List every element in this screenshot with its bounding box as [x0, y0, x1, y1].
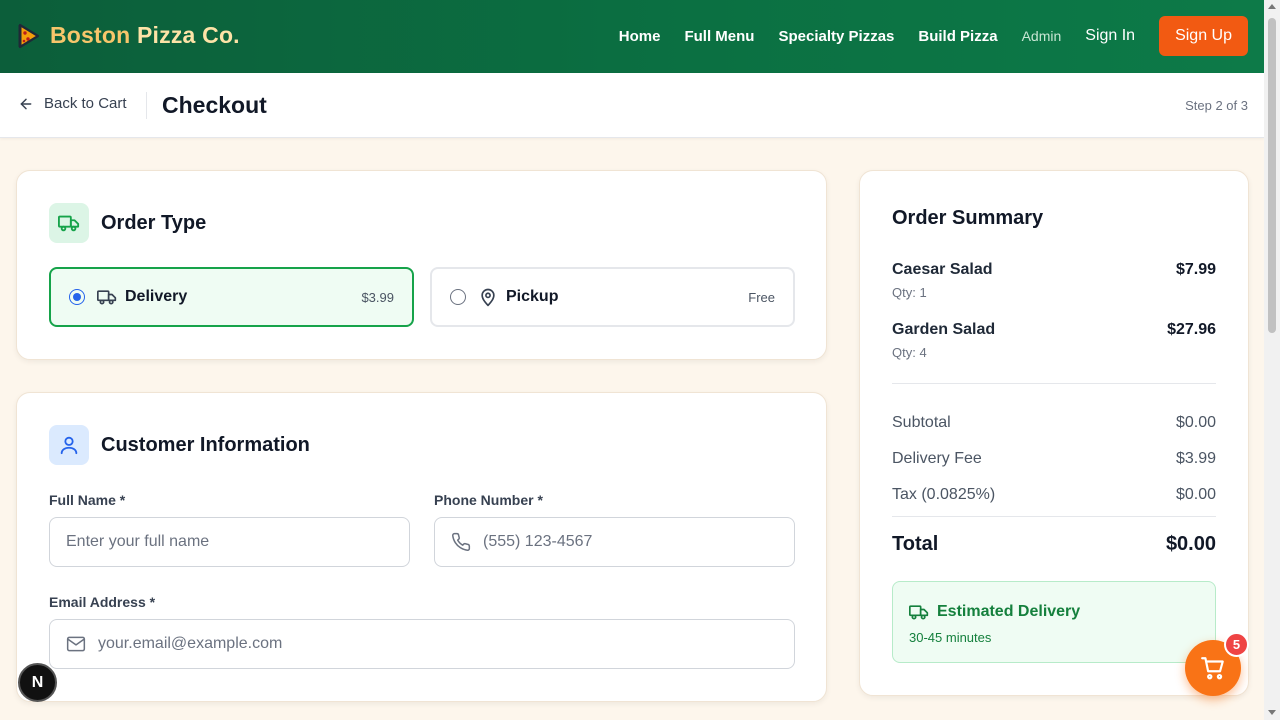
item-price: $7.99 [1175, 261, 1216, 278]
order-type-title: Order Type [101, 211, 207, 234]
customer-icon-wrap [49, 425, 89, 465]
estimated-delivery-title: Estimated Delivery [909, 602, 1080, 622]
pickup-option[interactable]: Pickup Free [430, 267, 795, 327]
order-type-card: Order Type Delivery $3.99 Pickup Free [16, 170, 827, 360]
scroll-down-arrow-icon[interactable] [1268, 710, 1276, 715]
divider [146, 92, 147, 119]
email-label: Email Address * [49, 594, 156, 610]
subtotal-row: Subtotal $0.00 [892, 414, 1216, 432]
order-type-icon-wrap [49, 203, 89, 243]
subtotal-label: Subtotal [892, 414, 951, 431]
delivery-option[interactable]: Delivery $3.99 [49, 267, 414, 327]
estimated-delivery-label: Estimated Delivery [937, 603, 1081, 620]
scroll-up-arrow-icon[interactable] [1268, 4, 1276, 9]
pizza-logo-icon [18, 23, 40, 48]
total-label: Total [892, 533, 939, 555]
back-to-cart-button[interactable]: Back to Cart [18, 95, 127, 112]
main-nav: Home Full Menu Specialty Pizzas Build Pi… [595, 16, 1248, 56]
summary-item: Garden Salad $27.96 Qty: 4 [892, 321, 1216, 360]
order-summary-card: Order Summary Caesar Salad $7.99 Qty: 1 … [859, 170, 1249, 696]
sign-in-link[interactable]: Sign In [1085, 27, 1135, 45]
back-to-cart-label: Back to Cart [44, 95, 127, 112]
estimated-delivery-box: Estimated Delivery 30-45 minutes [892, 581, 1216, 663]
tax-value: $0.00 [1175, 486, 1216, 503]
customer-info-card: Customer Information Full Name * Phone N… [16, 392, 827, 702]
nav-specialty-pizzas-link[interactable]: Specialty Pizzas [778, 28, 894, 45]
item-name: Caesar Salad [892, 261, 993, 278]
pickup-label: Pickup [506, 288, 559, 305]
user-icon [60, 436, 78, 455]
total-divider [892, 516, 1216, 517]
arrow-left-icon [20, 98, 32, 109]
brand-logo[interactable]: Boston Pizza Co. [18, 22, 240, 49]
brand-word-2: Pizza Co. [137, 22, 240, 48]
truck-icon [909, 605, 929, 620]
page-title: Checkout [162, 92, 267, 118]
nav-admin-link[interactable]: Admin [1022, 28, 1062, 44]
brand-name: Boston Pizza Co. [50, 22, 240, 49]
email-field-wrap [49, 619, 795, 669]
order-summary-title: Order Summary [892, 207, 1044, 229]
pickup-price: Free [748, 289, 775, 305]
checkout-subheader: Back to Cart Checkout Step 2 of 3 [0, 73, 1264, 138]
pickup-radio[interactable] [450, 289, 466, 305]
truck-icon [58, 215, 80, 232]
summary-item: Caesar Salad $7.99 Qty: 1 [892, 261, 1216, 300]
nav-build-pizza-link[interactable]: Build Pizza [918, 28, 997, 45]
phone-field-wrap [434, 517, 795, 567]
order-type-header: Order Type [49, 203, 206, 243]
summary-divider [892, 383, 1216, 384]
delivery-radio[interactable] [69, 289, 85, 305]
full-name-input[interactable] [66, 533, 393, 551]
delivery-fee-value: $3.99 [1175, 450, 1216, 467]
tax-row: Tax (0.0825%) $0.00 [892, 486, 1216, 504]
delivery-fee-row: Delivery Fee $3.99 [892, 450, 1216, 468]
brand-word-1: Boston [50, 22, 131, 48]
subtotal-value: $0.00 [1175, 414, 1216, 431]
total-value: $0.00 [1165, 533, 1216, 555]
estimated-delivery-time: 30-45 minutes [909, 630, 992, 645]
item-price: $27.96 [1167, 321, 1216, 338]
step-indicator: Step 2 of 3 [1185, 98, 1248, 113]
full-name-field-wrap [49, 517, 410, 567]
nav-home-link[interactable]: Home [619, 28, 661, 45]
phone-input[interactable] [483, 533, 778, 551]
delivery-fee-label: Delivery Fee [892, 450, 982, 467]
full-name-label: Full Name * [49, 492, 126, 508]
email-input[interactable] [98, 635, 778, 653]
cart-count-badge: 5 [1224, 632, 1249, 657]
dev-tools-badge[interactable]: N [18, 663, 57, 702]
phone-icon [452, 532, 471, 551]
tax-label: Tax (0.0825%) [892, 486, 996, 503]
top-navbar: Boston Pizza Co. Home Full Menu Specialt… [0, 0, 1264, 73]
mail-icon [66, 636, 86, 652]
delivery-price: $3.99 [361, 289, 394, 305]
cart-icon [1201, 657, 1224, 680]
phone-label: Phone Number * [434, 492, 543, 508]
item-qty: Qty: 4 [892, 345, 927, 360]
delivery-label: Delivery [125, 288, 188, 305]
map-pin-icon [481, 288, 495, 307]
total-row: Total $0.00 [892, 533, 1216, 556]
customer-info-title: Customer Information [101, 433, 310, 456]
sign-up-button[interactable]: Sign Up [1159, 16, 1248, 56]
truck-icon [97, 290, 117, 305]
nav-full-menu-link[interactable]: Full Menu [684, 28, 754, 45]
customer-info-header: Customer Information [49, 425, 310, 465]
scrollbar-thumb[interactable] [1268, 18, 1276, 333]
item-qty: Qty: 1 [892, 285, 927, 300]
